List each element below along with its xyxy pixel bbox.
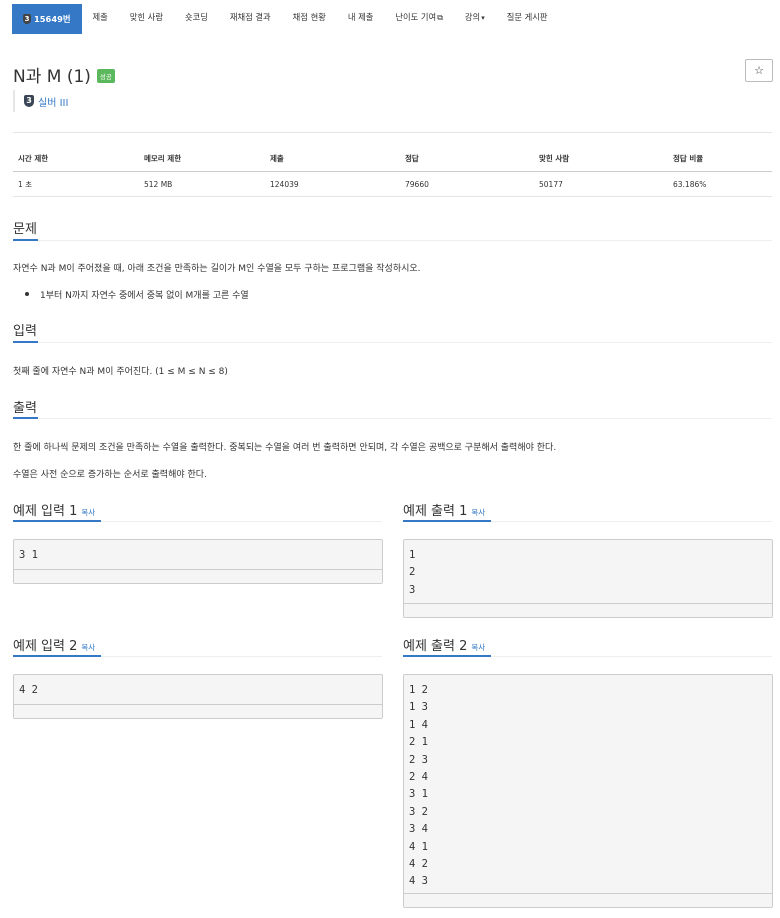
tab-submit[interactable]: 제출 (82, 2, 119, 32)
tab-difficulty-contribution[interactable]: 난이도 기여⧉ (384, 2, 454, 32)
problem-title-row: N과 M (1) 성공 (13, 62, 115, 87)
header-time-limit: 시간 제한 (13, 146, 139, 172)
example-input-1-label: 예제 입력 1 (13, 504, 78, 519)
example-input-2-label: 예제 입력 2 (13, 639, 78, 654)
example-output-2-label: 예제 출력 2 (403, 639, 468, 654)
status-badge: 성공 (96, 68, 115, 83)
section-title-input: 입력 (13, 324, 37, 339)
section-divider (13, 240, 772, 241)
example-output-2-text: 1 2 1 3 1 4 2 1 2 3 2 4 3 1 3 2 3 4 4 1 … (409, 684, 428, 888)
tier-badge-icon: 3 (24, 95, 34, 107)
example-input-1-box[interactable]: 3 1 (13, 539, 383, 584)
example-input-2-title: 예제 입력 2 복사 (13, 635, 95, 654)
tier-label[interactable]: 실버 III (38, 94, 68, 109)
tier-info: 3 실버 III (13, 90, 68, 112)
example-output-1-text: 1 2 3 (409, 549, 416, 596)
value-accept-ratio: 63.186% (668, 171, 772, 197)
header-solved-users: 맞힌 사람 (534, 146, 668, 172)
header-accept-ratio: 정답 비율 (668, 146, 772, 172)
problem-info-table: 시간 제한 메모리 제한 제출 정답 맞힌 사람 정답 비율 1 초 512 M… (13, 146, 772, 197)
tab-problem-number[interactable]: 3 15649번 (12, 3, 82, 34)
header-accepted: 정답 (400, 146, 534, 172)
header-submissions: 제출 (265, 146, 400, 172)
problem-page: { "tabs": { "active_num": "15649번", "tie… (0, 0, 780, 918)
value-accepted: 79660 (400, 171, 534, 197)
caret-down-icon: ▾ (481, 14, 485, 22)
tab-solved-users[interactable]: 맞힌 사람 (119, 2, 174, 32)
example-output-2-title: 예제 출력 2 복사 (403, 635, 485, 654)
value-memory-limit: 512 MB (139, 171, 265, 197)
section-underline (403, 520, 491, 522)
code-box-footer (14, 569, 382, 583)
section-underline (13, 417, 38, 419)
output-description-2: 수열은 사전 순으로 증가하는 순서로 출력해야 한다. (13, 470, 207, 480)
tab-status[interactable]: 채점 현황 (282, 2, 337, 32)
value-submissions: 124039 (265, 171, 400, 197)
tab-shortcoding[interactable]: 숏코딩 (174, 2, 219, 32)
example-input-1-title: 예제 입력 1 복사 (13, 500, 95, 519)
favorite-star-button[interactable]: ☆ (745, 59, 773, 82)
input-description: 첫째 줄에 자연수 N과 M이 주어진다. (1 ≤ M ≤ N ≤ 8) (13, 367, 228, 377)
tab-lecture[interactable]: 강의▾ (454, 2, 496, 32)
tab-question-board[interactable]: 질문 게시판 (496, 2, 559, 32)
copy-button[interactable]: 복사 (81, 507, 95, 518)
problem-title: N과 M (1) (13, 67, 91, 87)
example-input-2-text: 4 2 (19, 684, 38, 696)
section-title-output: 출력 (13, 401, 37, 416)
value-solved-users: 50177 (534, 171, 668, 197)
copy-button[interactable]: 복사 (471, 507, 485, 518)
example-input-1-text: 3 1 (19, 549, 38, 561)
bullet-dot (25, 292, 29, 296)
example-output-2-box[interactable]: 1 2 1 3 1 4 2 1 2 3 2 4 3 1 3 2 3 4 4 1 … (403, 674, 773, 908)
section-divider (13, 342, 772, 343)
external-link-icon: ⧉ (437, 13, 443, 22)
info-header-row: 시간 제한 메모리 제한 제출 정답 맞힌 사람 정답 비율 (13, 146, 772, 172)
section-divider (13, 418, 772, 419)
section-underline (13, 655, 101, 657)
copy-button[interactable]: 복사 (81, 642, 95, 653)
example-output-1-label: 예제 출력 1 (403, 504, 468, 519)
section-underline (403, 655, 491, 657)
code-box-footer (404, 603, 772, 617)
example-output-1-title: 예제 출력 1 복사 (403, 500, 485, 519)
copy-button[interactable]: 복사 (471, 642, 485, 653)
problem-description: 자연수 N과 M이 주어졌을 때, 아래 조건을 만족하는 길이가 M인 수열을… (13, 264, 421, 274)
tab-problem-number-label: 15649번 (34, 13, 71, 24)
problem-menu-tabs: 3 15649번 제출 맞힌 사람 숏코딩 재채점 결과 채점 현황 내 제출 … (12, 0, 559, 34)
tab-my-submissions[interactable]: 내 제출 (337, 2, 385, 32)
info-value-row: 1 초 512 MB 124039 79660 50177 63.186% (13, 171, 772, 197)
tab-difficulty-label: 난이도 기여 (395, 12, 437, 22)
tab-lecture-label: 강의 (464, 12, 481, 22)
divider (13, 132, 772, 133)
output-description-1: 한 줄에 하나씩 문제의 조건을 만족하는 수열을 출력한다. 중복되는 수열을… (13, 443, 557, 453)
section-title-problem: 문제 (13, 222, 37, 237)
value-time-limit: 1 초 (13, 171, 139, 197)
problem-condition: 1부터 N까지 자연수 중에서 중복 없이 M개를 고른 수열 (40, 291, 249, 301)
example-input-2-box[interactable]: 4 2 (13, 674, 383, 719)
code-box-footer (404, 893, 772, 907)
tier-mini-icon: 3 (23, 13, 31, 24)
code-box-footer (14, 704, 382, 718)
section-underline (13, 341, 38, 343)
section-underline (13, 239, 38, 241)
section-underline (13, 520, 101, 522)
tab-rejudge[interactable]: 재채점 결과 (219, 2, 282, 32)
example-output-1-box[interactable]: 1 2 3 (403, 539, 773, 618)
header-memory-limit: 메모리 제한 (139, 146, 265, 172)
